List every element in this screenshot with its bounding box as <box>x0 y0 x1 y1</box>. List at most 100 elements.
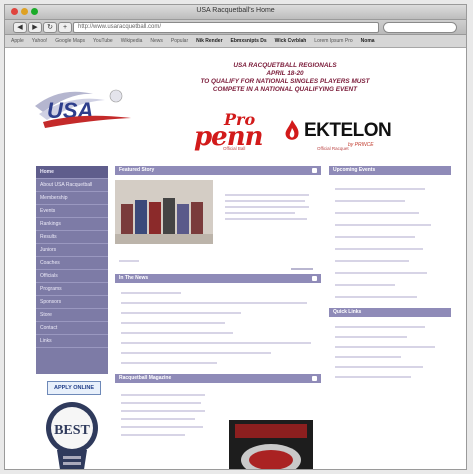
banner-line: APRIL 18-20 <box>266 70 304 77</box>
ektelon-subtext: by PRINCE <box>348 142 374 148</box>
nav-item[interactable]: Juniors <box>36 244 108 257</box>
add-bookmark-button[interactable]: + <box>58 22 72 33</box>
event-item[interactable] <box>335 224 431 226</box>
event-item[interactable] <box>335 260 409 262</box>
bookmark-item[interactable]: Nik Render <box>196 38 222 44</box>
event-item[interactable] <box>335 200 405 202</box>
nav-item[interactable]: Officials <box>36 270 108 283</box>
best-award-badge[interactable]: BEST <box>43 398 101 470</box>
event-item[interactable] <box>335 236 415 238</box>
link-item[interactable] <box>335 356 401 358</box>
forward-button[interactable]: ▶ <box>28 22 42 33</box>
text-line <box>121 434 185 436</box>
text-line <box>121 418 195 420</box>
left-navigation: Home About USA Racquetball Membership Ev… <box>36 166 108 374</box>
news-item[interactable] <box>121 362 217 364</box>
panel-title: In The News <box>119 275 149 281</box>
bookmark-item[interactable]: Apple <box>11 38 24 44</box>
news-item[interactable] <box>121 292 181 294</box>
text-line <box>121 394 205 396</box>
usa-racquetball-logo-icon[interactable]: USA <box>31 84 141 136</box>
bookmark-item[interactable]: Wikipedia <box>121 38 143 44</box>
text-line <box>121 402 201 404</box>
nav-item[interactable]: Coaches <box>36 257 108 270</box>
magazine-cover[interactable] <box>229 420 313 469</box>
apply-online-button[interactable]: APPLY ONLINE <box>47 381 101 395</box>
news-item[interactable] <box>121 342 311 344</box>
sponsor-caption: Official Racquet <box>317 146 349 151</box>
event-item[interactable] <box>335 212 419 214</box>
expand-icon[interactable] <box>312 376 317 381</box>
nav-item[interactable]: Results <box>36 231 108 244</box>
event-item[interactable] <box>335 188 425 190</box>
nav-item[interactable]: Home <box>36 166 108 179</box>
banner-line: COMPETE IN A NATIONAL QUALIFYING EVENT <box>212 86 358 93</box>
text-line <box>121 426 203 428</box>
title-bar: USA Racquetball's Home <box>5 5 466 20</box>
nav-item[interactable]: Programs <box>36 283 108 296</box>
magazine-panel-header: Racquetball Magazine <box>115 374 321 383</box>
bookmarks-bar: Apple Yahoo! Google Maps YouTube Wikiped… <box>5 35 466 48</box>
expand-icon[interactable] <box>312 276 317 281</box>
event-item[interactable] <box>335 272 427 274</box>
text-line <box>225 200 305 202</box>
news-item[interactable] <box>121 322 225 324</box>
event-item[interactable] <box>335 248 423 250</box>
news-item[interactable] <box>121 302 307 304</box>
news-item[interactable] <box>121 332 233 334</box>
sponsor-caption: Official Ball <box>223 146 246 151</box>
ektelon-text: EKTELON <box>304 120 392 141</box>
search-field[interactable] <box>383 22 457 33</box>
magazine-cover-icon <box>229 420 313 469</box>
text-line <box>121 410 205 412</box>
news-item[interactable] <box>121 352 271 354</box>
nav-item[interactable]: Rankings <box>36 218 108 231</box>
browser-toolbar: ◀ ▶ ↻ + http://www.usaracquetball.com/ <box>5 20 466 35</box>
reload-button[interactable]: ↻ <box>43 22 57 33</box>
panel-title: Upcoming Events <box>333 167 376 173</box>
nav-item[interactable]: Store <box>36 309 108 322</box>
nav-item[interactable]: Events <box>36 205 108 218</box>
link-item[interactable] <box>335 336 407 338</box>
bookmark-item[interactable]: Yahoo! <box>32 38 47 44</box>
back-button[interactable]: ◀ <box>13 22 27 33</box>
text-line <box>225 218 307 220</box>
nav-item[interactable]: Sponsors <box>36 296 108 309</box>
featured-photo[interactable] <box>115 180 213 244</box>
event-item[interactable] <box>335 284 395 286</box>
bookmark-item[interactable]: YouTube <box>93 38 113 44</box>
link-item[interactable] <box>335 326 425 328</box>
more-link[interactable] <box>291 268 313 270</box>
window-title: USA Racquetball's Home <box>196 7 275 14</box>
bookmark-item[interactable]: Google Maps <box>55 38 85 44</box>
text-line <box>119 260 139 262</box>
links-panel-header: Quick Links <box>329 308 451 317</box>
bookmark-item[interactable]: News <box>150 38 163 44</box>
nav-item[interactable]: Membership <box>36 192 108 205</box>
bookmark-item[interactable]: Popular <box>171 38 188 44</box>
text-line <box>225 212 295 214</box>
nav-item[interactable]: About USA Racquetball <box>36 179 108 192</box>
bookmark-item[interactable]: Lorem Ipsum Pro <box>314 38 352 44</box>
link-item[interactable] <box>335 346 435 348</box>
expand-icon[interactable] <box>312 168 317 173</box>
bookmark-item[interactable]: Ebmxsnipts Ds <box>231 38 267 44</box>
banner-line: TO QUALIFY FOR NATIONAL SINGLES PLAYERS … <box>200 78 370 85</box>
link-item[interactable] <box>335 366 423 368</box>
web-page: USA USA RACQUETBALL REGIONALS APRIL 18-2… <box>5 48 466 469</box>
bookmark-item[interactable]: Noma <box>361 38 375 44</box>
text-line <box>225 194 309 196</box>
nav-item[interactable]: Links <box>36 335 108 348</box>
text-line <box>225 206 309 208</box>
event-item[interactable] <box>335 296 417 298</box>
bookmark-item[interactable]: Wick Cvrblah <box>275 38 307 44</box>
address-bar[interactable]: http://www.usaracquetball.com/ <box>73 22 379 33</box>
featured-panel-header: Featured Story <box>115 166 321 175</box>
flame-icon <box>285 120 299 140</box>
panel-title: Quick Links <box>333 309 362 315</box>
news-panel-header: In The News <box>115 274 321 283</box>
news-item[interactable] <box>121 312 241 314</box>
link-item[interactable] <box>335 376 411 378</box>
nav-item[interactable]: Contact <box>36 322 108 335</box>
events-panel-header: Upcoming Events <box>329 166 451 175</box>
